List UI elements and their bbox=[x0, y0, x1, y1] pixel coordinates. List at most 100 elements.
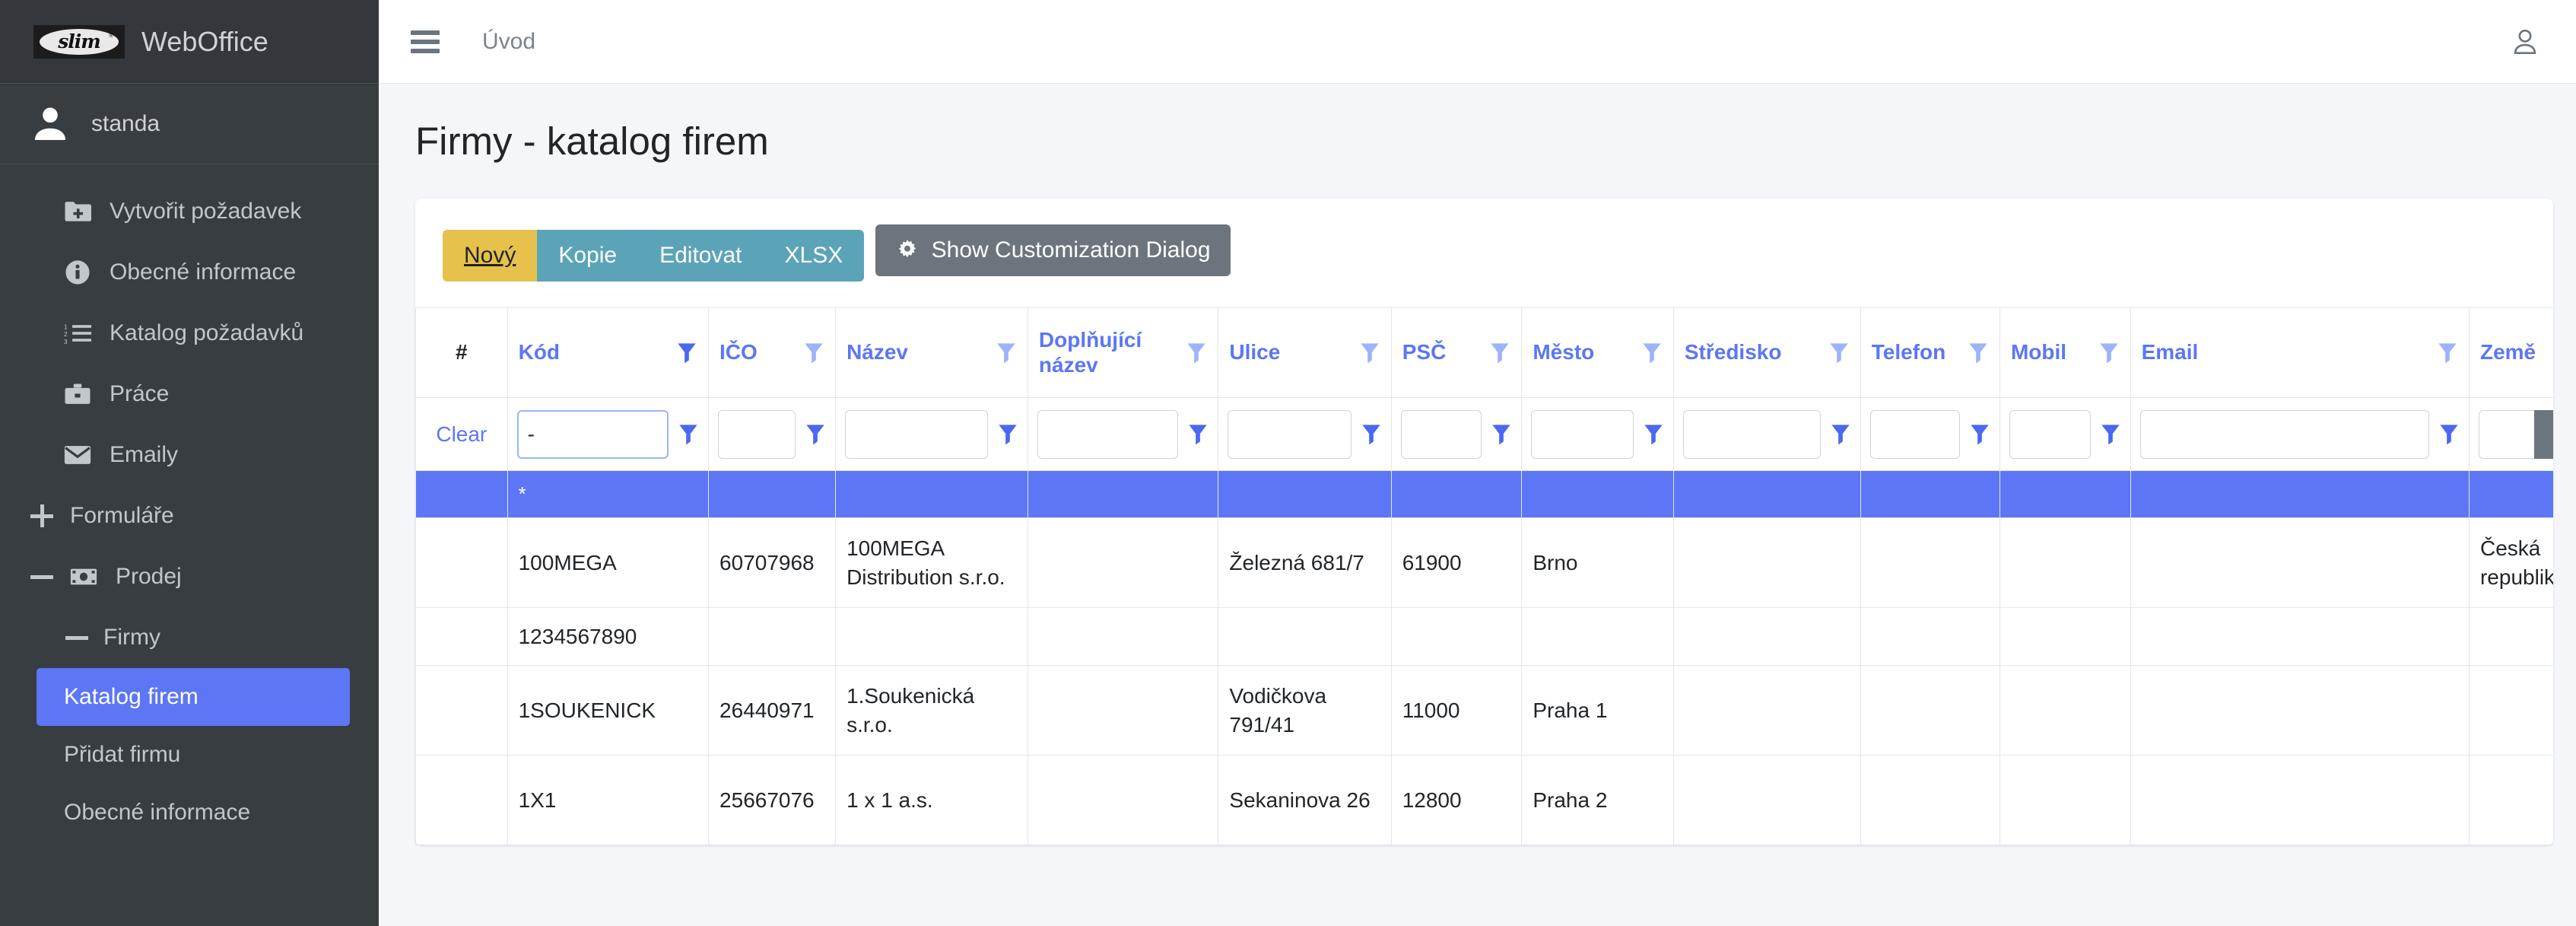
filter-icon[interactable] bbox=[2437, 342, 2458, 364]
sidebar-item-pridat-firmu[interactable]: Přidat firmu bbox=[0, 726, 379, 784]
new-row-cell-dopl[interactable] bbox=[1027, 470, 1219, 518]
cell-stredisko[interactable] bbox=[1672, 665, 1861, 756]
chevron-down-icon[interactable] bbox=[2533, 409, 2553, 459]
filter-icon[interactable] bbox=[803, 342, 824, 364]
filter-icon[interactable] bbox=[1641, 342, 1663, 364]
filter-icon-active[interactable] bbox=[676, 342, 697, 364]
filter-icon[interactable] bbox=[1828, 342, 1850, 364]
sidebar-item-katalog-firem[interactable]: Katalog firem bbox=[37, 668, 350, 726]
cell-mobil[interactable] bbox=[1999, 665, 2131, 756]
cell-email[interactable] bbox=[2130, 517, 2470, 608]
cell-ico[interactable]: 26440971 bbox=[708, 665, 837, 756]
cell-mobil[interactable] bbox=[1999, 755, 2131, 845]
cell-ico[interactable]: 60707968 bbox=[708, 517, 837, 608]
sidebar-item-emaily[interactable]: Emaily bbox=[0, 425, 379, 485]
new-row-cell-email[interactable] bbox=[2130, 470, 2470, 518]
sidebar-item-vytvorit-pozadavek[interactable]: Vytvořit požadavek bbox=[0, 181, 379, 242]
new-row-cell-zeme[interactable] bbox=[2468, 470, 2553, 518]
column-header-ulice[interactable]: Ulice bbox=[1218, 307, 1392, 398]
filter-icon-active[interactable] bbox=[678, 423, 699, 446]
filter-icon[interactable] bbox=[1187, 423, 1209, 446]
clear-filters-link[interactable]: Clear bbox=[425, 422, 498, 447]
cell-email[interactable] bbox=[2130, 607, 2470, 666]
filter-input-telefon[interactable] bbox=[1869, 409, 1960, 459]
filter-icon[interactable] bbox=[805, 423, 826, 446]
filter-input-psc[interactable] bbox=[1400, 409, 1482, 459]
cell-dopl[interactable] bbox=[1027, 517, 1219, 608]
new-row-cell-stredisko[interactable] bbox=[1672, 470, 1861, 518]
cell-zeme[interactable]: Česká republika bbox=[2468, 517, 2553, 608]
cell-ulice[interactable]: Železná 681/7 bbox=[1218, 517, 1392, 608]
filter-input-doplnujici-nazev[interactable] bbox=[1037, 409, 1179, 459]
cell-zeme[interactable] bbox=[2468, 755, 2553, 845]
new-row-cell-psc[interactable] bbox=[1390, 470, 1523, 518]
new-row-cell-mobil[interactable] bbox=[1999, 470, 2131, 518]
sidebar-item-obecne-informace[interactable]: Obecné informace bbox=[0, 242, 379, 303]
table-row[interactable]: 1X1 25667076 1 x 1 a.s. Sekaninova 26 12… bbox=[415, 755, 2553, 845]
cell-dopl[interactable] bbox=[1027, 755, 1219, 845]
minus-icon[interactable] bbox=[29, 574, 55, 579]
cell-zeme[interactable] bbox=[2468, 607, 2553, 666]
table-row[interactable]: 1234567890 bbox=[415, 607, 2553, 666]
cell-telefon[interactable] bbox=[1860, 755, 2000, 845]
new-row-cell-mesto[interactable] bbox=[1521, 470, 1674, 518]
filter-input-mesto[interactable] bbox=[1531, 409, 1634, 459]
column-header-telefon[interactable]: Telefon bbox=[1860, 307, 2000, 398]
copy-button[interactable]: Kopie bbox=[537, 230, 639, 282]
column-header-psc[interactable]: PSČ bbox=[1390, 307, 1523, 398]
cell-mobil[interactable] bbox=[1999, 607, 2131, 666]
table-row[interactable]: 100MEGA 60707968 100MEGA Distribution s.… bbox=[415, 517, 2553, 608]
filter-icon[interactable] bbox=[1491, 423, 1512, 446]
edit-button[interactable]: Editovat bbox=[638, 230, 764, 282]
cell-nazev[interactable]: 100MEGA Distribution s.r.o. bbox=[835, 517, 1028, 608]
filter-input-mobil[interactable] bbox=[2009, 409, 2091, 459]
filter-icon[interactable] bbox=[1359, 342, 1380, 364]
cell-mesto[interactable]: Praha 2 bbox=[1521, 755, 1674, 845]
column-header-mesto[interactable]: Město bbox=[1521, 307, 1674, 398]
cell-email[interactable] bbox=[2130, 665, 2470, 756]
cell-stredisko[interactable] bbox=[1672, 517, 1861, 608]
cell-psc[interactable]: 12800 bbox=[1390, 755, 1523, 845]
cell-stredisko[interactable] bbox=[1672, 755, 1861, 845]
sidebar-item-prace[interactable]: Práce bbox=[0, 364, 379, 425]
cell-nazev[interactable] bbox=[835, 607, 1028, 666]
topbar-link-uvod[interactable]: Úvod bbox=[482, 29, 535, 55]
column-header-kod[interactable]: Kód bbox=[507, 307, 710, 398]
hamburger-icon[interactable] bbox=[411, 30, 440, 53]
column-header-email[interactable]: Email bbox=[2130, 307, 2470, 398]
cell-ico[interactable] bbox=[708, 607, 837, 666]
column-header-ico[interactable]: IČO bbox=[708, 307, 837, 398]
cell-dopl[interactable] bbox=[1027, 665, 1219, 756]
table-row[interactable]: 1SOUKENICK 26440971 1.Soukenická s.r.o. … bbox=[415, 665, 2553, 756]
cell-stredisko[interactable] bbox=[1672, 607, 1861, 666]
new-button[interactable]: Nový bbox=[443, 230, 538, 282]
cell-email[interactable] bbox=[2130, 755, 2470, 845]
show-customization-dialog-button[interactable]: Show Customization Dialog bbox=[875, 224, 1231, 276]
cell-telefon[interactable] bbox=[1860, 607, 2000, 666]
cell-kod[interactable]: 100MEGA bbox=[507, 517, 710, 608]
sidebar-item-firmy[interactable]: Firmy bbox=[0, 607, 379, 668]
cell-psc[interactable]: 61900 bbox=[1390, 517, 1523, 608]
column-header-hash[interactable]: # bbox=[415, 307, 508, 398]
column-header-stredisko[interactable]: Středisko bbox=[1672, 307, 1861, 398]
sidebar-item-katalog-pozadavku[interactable]: 1 2 3 Katalog požadavků bbox=[0, 303, 379, 364]
filter-icon[interactable] bbox=[1968, 342, 1989, 364]
cell-ulice[interactable]: Vodičkova 791/41 bbox=[1218, 665, 1392, 756]
xlsx-button[interactable]: XLSX bbox=[763, 230, 865, 282]
cell-telefon[interactable] bbox=[1860, 665, 2000, 756]
cell-dopl[interactable] bbox=[1027, 607, 1219, 666]
column-header-doplnujici-nazev[interactable]: Doplňující název bbox=[1027, 307, 1219, 398]
cell-kod[interactable]: 1SOUKENICK bbox=[507, 665, 710, 756]
filter-icon[interactable] bbox=[1643, 423, 1664, 446]
cell-ulice[interactable] bbox=[1218, 607, 1392, 666]
filter-select-zeme[interactable] bbox=[2478, 409, 2553, 459]
plus-icon[interactable] bbox=[29, 504, 55, 527]
brand-header[interactable]: slim ® WebOffice bbox=[0, 0, 379, 84]
new-row-cell-ulice[interactable] bbox=[1218, 470, 1392, 518]
cell-mesto[interactable]: Praha 1 bbox=[1521, 665, 1674, 756]
cell-psc[interactable] bbox=[1390, 607, 1523, 666]
filter-input-kod[interactable] bbox=[516, 409, 669, 459]
cell-ulice[interactable]: Sekaninova 26 bbox=[1218, 755, 1392, 845]
sidebar-item-formulare[interactable]: Formuláře bbox=[0, 485, 379, 546]
column-header-zeme[interactable]: Země bbox=[2468, 307, 2553, 398]
